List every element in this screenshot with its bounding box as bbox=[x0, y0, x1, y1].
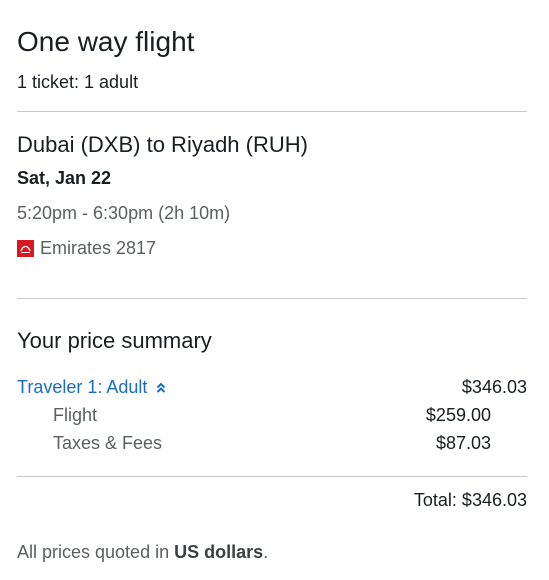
total-price: Total: $346.03 bbox=[413, 490, 527, 510]
page-title: One way flight bbox=[17, 26, 195, 57]
currency-name: US dollars bbox=[174, 542, 264, 562]
taxes-fees-value: $87.03 bbox=[435, 433, 491, 453]
airline-row: Emirates 2817 bbox=[17, 238, 156, 259]
flight-fare-value: $259.00 bbox=[425, 405, 491, 425]
airline-flight-number: Emirates 2817 bbox=[40, 238, 157, 258]
currency-note-prefix: All prices quoted in bbox=[17, 542, 175, 562]
chevron-double-up-icon[interactable] bbox=[156, 382, 166, 394]
traveler-toggle[interactable]: Traveler 1: Adult bbox=[17, 377, 166, 398]
divider bbox=[17, 476, 527, 477]
flight-route: Dubai (DXB) to Riyadh (RUH) bbox=[17, 132, 308, 157]
emirates-logo-icon bbox=[17, 240, 34, 257]
traveler-label[interactable]: Traveler 1: Adult bbox=[17, 377, 147, 398]
divider bbox=[17, 111, 527, 112]
taxes-fees-label: Taxes & Fees bbox=[53, 433, 163, 453]
divider bbox=[17, 298, 527, 299]
price-summary-title: Your price summary bbox=[17, 328, 212, 353]
traveler-total: $346.03 bbox=[461, 377, 527, 397]
flight-date: Sat, Jan 22 bbox=[17, 168, 112, 188]
currency-note: All prices quoted in US dollars. bbox=[17, 542, 268, 563]
ticket-count: 1 ticket: 1 adult bbox=[17, 72, 139, 92]
flight-fare-label: Flight bbox=[53, 405, 98, 425]
price-summary-panel: One way flight 1 ticket: 1 adult Dubai (… bbox=[0, 0, 549, 580]
currency-note-suffix: . bbox=[263, 542, 269, 562]
flight-times: 5:20pm - 6:30pm (2h 10m) bbox=[17, 203, 231, 223]
